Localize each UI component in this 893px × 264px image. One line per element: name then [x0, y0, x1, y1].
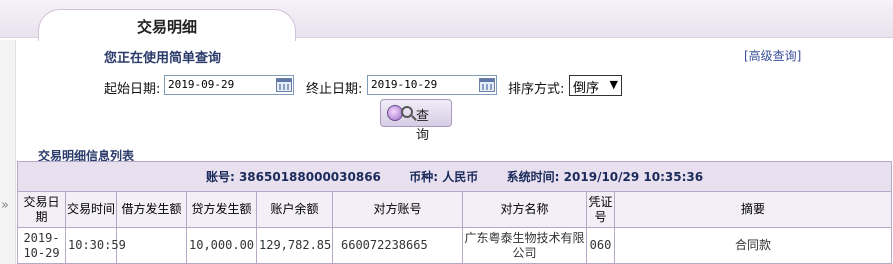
table-header-row: 交易日期 交易时间 借方发生额 贷方发生额 账户余额 对方账号 对方名称 凭证号… [17, 191, 893, 228]
sort-order-value: 倒序 [573, 81, 600, 96]
transactions-table: 账号: 38650188000030866 币种: 人民币 系统时间: 2019… [16, 161, 893, 264]
system-time-label: 系统时间: [506, 170, 560, 184]
currency-value: 人民币 [442, 170, 479, 184]
query-mode-title: 您正在使用简单查询 [104, 51, 222, 66]
cell-counter-account: 660072238665 [332, 227, 463, 264]
calendar-icon[interactable] [276, 78, 292, 92]
start-date-value: 2019-09-29 [168, 78, 235, 91]
col-header-balance: 账户余额 [256, 191, 333, 228]
tab-transaction-details[interactable]: 交易明细 [38, 9, 296, 41]
system-time-value: 2019/10/29 10:35:36 [563, 170, 704, 184]
end-date-label: 终止日期: [306, 82, 363, 97]
query-button-label: 查 询 [416, 109, 433, 143]
col-header-credit: 贷方发生额 [186, 191, 257, 228]
account-info-row: 账号: 38650188000030866 币种: 人民币 系统时间: 2019… [16, 161, 893, 192]
start-date-field[interactable]: 2019-09-29 [164, 75, 294, 95]
cell-credit: 10,000.00 [186, 227, 257, 264]
cell-debit [116, 227, 187, 264]
sort-order-select[interactable]: 倒序 ▼ [569, 75, 622, 96]
tab-label: 交易明细 [136, 18, 197, 36]
start-date-label: 起始日期: [104, 82, 161, 97]
col-header-voucher: 凭证号 [586, 191, 615, 228]
account-label: 账号: [205, 170, 235, 184]
col-header-debit: 借方发生额 [116, 191, 187, 228]
left-collapse-rail[interactable]: » [0, 40, 16, 264]
table-row[interactable]: 2019-10-29 10:30:59 10,000.00 129,782.85… [17, 227, 893, 264]
cell-counter-name: 广东粤泰生物技术有限公司 [462, 227, 587, 264]
search-icon [401, 106, 413, 118]
col-header-summary: 摘要 [613, 191, 893, 228]
sort-label: 排序方式: [508, 82, 565, 97]
calendar-icon[interactable] [479, 78, 495, 92]
cell-summary: 合同款 [613, 227, 893, 264]
end-date-field[interactable]: 2019-10-29 [367, 75, 497, 95]
col-header-counter-account: 对方账号 [332, 191, 463, 228]
col-header-counter-name: 对方名称 [462, 191, 587, 228]
col-header-time: 交易时间 [65, 191, 117, 228]
cell-time: 10:30:59 [65, 227, 126, 264]
col-header-date: 交易日期 [17, 191, 66, 228]
end-date-value: 2019-10-29 [371, 78, 438, 91]
currency-label: 币种: [409, 170, 439, 184]
query-button[interactable]: 查 询 [380, 99, 452, 143]
advanced-query-link[interactable]: [高级查询] [744, 47, 801, 64]
chevron-down-icon: ▼ [609, 78, 618, 91]
double-chevron-right-icon[interactable]: » [1, 198, 9, 213]
account-info-cell: 账号: 38650188000030866 币种: 人民币 系统时间: 2019… [16, 161, 893, 192]
account-number: 38650188000030866 [238, 170, 381, 184]
cell-balance: 129,782.85 [256, 227, 333, 264]
tab-bar: 交易明细 [0, 0, 893, 41]
cell-date: 2019-10-29 [17, 227, 66, 264]
cell-voucher: 060 [586, 227, 615, 264]
